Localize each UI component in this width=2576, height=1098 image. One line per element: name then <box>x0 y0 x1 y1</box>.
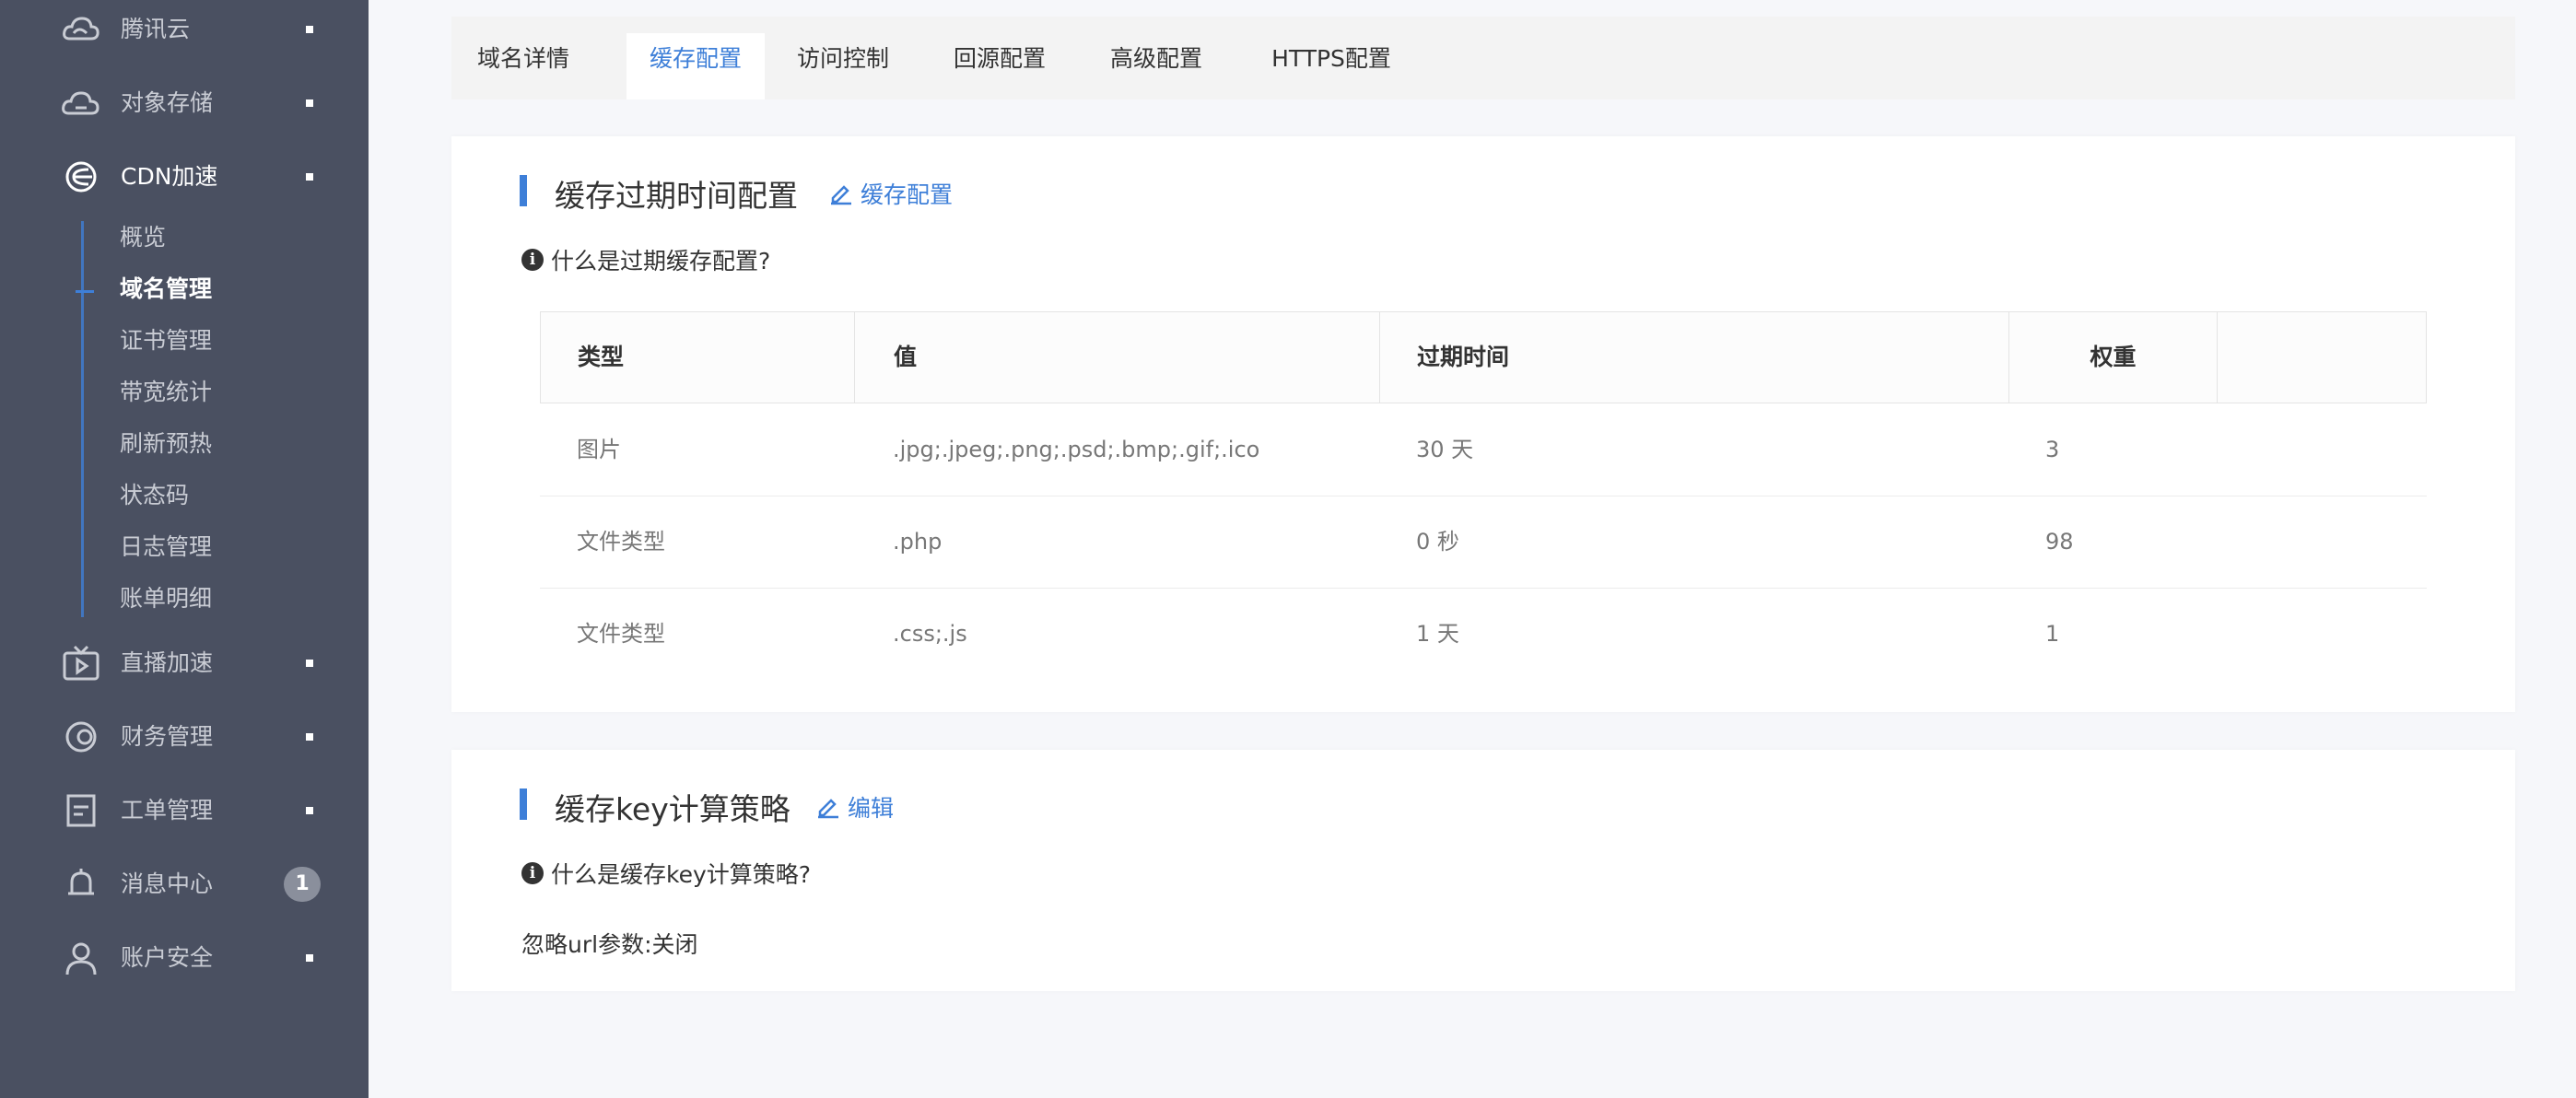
sidebar-item-label: 对象存储 <box>121 89 214 116</box>
expand-indicator <box>306 26 313 33</box>
tab-bar: 域名详情 缓存配置 访问控制 回源配置 高级配置 HTTPS配置 <box>451 17 2515 99</box>
submenu-item-status-codes[interactable]: 状态码 <box>120 477 189 514</box>
edit-link-label: 编辑 <box>848 795 895 822</box>
section-title: 缓存key计算策略 <box>555 791 790 827</box>
cache-expire-card: 缓存过期时间配置 缓存配置 i 什么是过期缓存配置? 类型 值 过期时间 权重 … <box>451 136 2515 712</box>
sidebar-item-finance[interactable]: 财务管理 <box>0 709 369 765</box>
submenu-item-refresh-prefetch[interactable]: 刷新预热 <box>120 426 212 462</box>
tab-https-config[interactable]: HTTPS配置 <box>1253 33 1410 99</box>
edit-link-label: 缓存配置 <box>861 181 954 208</box>
submenu-item-domain-management[interactable]: 域名管理 <box>120 271 212 308</box>
expand-indicator <box>306 660 313 667</box>
tv-icon <box>61 643 101 683</box>
sidebar-item-messages[interactable]: 消息中心 1 <box>0 857 369 912</box>
submenu-line <box>81 221 84 617</box>
cache-key-edit-link[interactable]: 编辑 <box>816 790 894 824</box>
column-header-actions <box>2218 312 2426 403</box>
cell-type: 文件类型 <box>577 529 665 555</box>
sidebar-item-account-security[interactable]: 账户安全 <box>0 930 369 986</box>
submenu-item-overview[interactable]: 概览 <box>120 219 166 256</box>
sidebar-item-label: 直播加速 <box>121 649 214 676</box>
ticket-icon <box>61 790 101 831</box>
ignore-url-params-setting: 忽略url参数:关闭 <box>521 931 698 958</box>
table-row: 图片 .jpg;.jpeg;.png;.psd;.bmp;.gif;.ico 3… <box>540 403 2427 496</box>
cell-weight: 1 <box>2045 621 2060 647</box>
edit-icon <box>831 185 851 205</box>
cloud-icon <box>61 9 101 50</box>
column-header-weight: 权重 <box>2009 312 2218 403</box>
info-icon: i <box>521 862 544 884</box>
submenu-item-billing-details[interactable]: 账单明细 <box>120 580 212 617</box>
cdn-icon <box>61 157 101 197</box>
cell-expire: 30 天 <box>1416 437 1474 462</box>
table-row: 文件类型 .css;.js 1 天 1 <box>540 588 2427 680</box>
column-header-expire: 过期时间 <box>1380 312 2009 403</box>
info-icon: i <box>521 249 544 271</box>
cache-key-card: 缓存key计算策略 编辑 i 什么是缓存key计算策略? 忽略url参数:关闭 <box>451 750 2515 991</box>
tab-domain-details[interactable]: 域名详情 <box>451 33 588 99</box>
cell-type: 文件类型 <box>577 621 665 647</box>
expand-indicator <box>306 807 313 814</box>
submenu-item-certificates[interactable]: 证书管理 <box>120 322 212 359</box>
table-header: 类型 值 过期时间 权重 <box>540 311 2427 403</box>
cell-expire: 0 秒 <box>1416 529 1459 555</box>
sidebar-item-tickets[interactable]: 工单管理 <box>0 783 369 838</box>
edit-icon <box>818 799 838 819</box>
help-text: 什么是过期缓存配置? <box>551 248 771 274</box>
expand-indicator <box>306 173 313 181</box>
expand-indicator <box>306 99 313 107</box>
cache-config-edit-link[interactable]: 缓存配置 <box>829 177 953 210</box>
user-icon <box>61 938 101 978</box>
sidebar-item-label: 账户安全 <box>121 944 214 971</box>
sidebar-item-object-storage[interactable]: 对象存储 <box>0 76 369 131</box>
cell-value: .jpg;.jpeg;.png;.psd;.bmp;.gif;.ico <box>893 437 1260 462</box>
sidebar-item-label: 财务管理 <box>121 723 214 750</box>
sidebar-item-label: 工单管理 <box>121 797 214 824</box>
cell-weight: 3 <box>2045 437 2060 462</box>
section-title: 缓存过期时间配置 <box>555 178 798 214</box>
cell-value: .php <box>893 529 943 555</box>
cell-weight: 98 <box>2045 529 2074 555</box>
finance-icon <box>61 717 101 757</box>
cell-type: 图片 <box>577 437 621 462</box>
help-link[interactable]: i 什么是缓存key计算策略? <box>521 857 811 890</box>
help-text: 什么是缓存key计算策略? <box>551 861 812 888</box>
cell-expire: 1 天 <box>1416 621 1459 647</box>
help-link[interactable]: i 什么是过期缓存配置? <box>521 243 770 276</box>
submenu-active-marker <box>76 290 94 293</box>
expand-indicator <box>306 733 313 741</box>
sidebar-item-tencent-cloud[interactable]: 腾讯云 <box>0 2 369 57</box>
section-title-marker <box>520 175 527 206</box>
cell-value: .css;.js <box>893 621 967 647</box>
submenu-item-bandwidth-stats[interactable]: 带宽统计 <box>120 374 212 411</box>
submenu-item-logs[interactable]: 日志管理 <box>120 529 212 566</box>
sidebar: 腾讯云 对象存储 CDN加速 概览 域名管理 证书管理 带宽统计 刷新预热 状态… <box>0 0 369 1098</box>
tab-origin-config[interactable]: 回源配置 <box>940 33 1060 99</box>
sidebar-item-live[interactable]: 直播加速 <box>0 636 369 691</box>
sidebar-item-cdn[interactable]: CDN加速 <box>0 149 369 204</box>
column-header-value: 值 <box>855 312 1380 403</box>
sidebar-item-label: 腾讯云 <box>121 16 191 42</box>
unread-badge: 1 <box>284 867 321 902</box>
sidebar-item-label: 消息中心 <box>121 870 214 897</box>
tab-advanced-config[interactable]: 高级配置 <box>1096 33 1216 99</box>
sidebar-item-label: CDN加速 <box>121 163 218 190</box>
cloud-storage-icon <box>61 83 101 123</box>
bell-icon <box>61 864 101 905</box>
section-title-marker <box>520 788 527 820</box>
expand-indicator <box>306 954 313 962</box>
tab-cache-config[interactable]: 缓存配置 <box>626 33 765 99</box>
column-header-type: 类型 <box>541 312 855 403</box>
tab-access-control[interactable]: 访问控制 <box>783 33 903 99</box>
table-row: 文件类型 .php 0 秒 98 <box>540 496 2427 589</box>
